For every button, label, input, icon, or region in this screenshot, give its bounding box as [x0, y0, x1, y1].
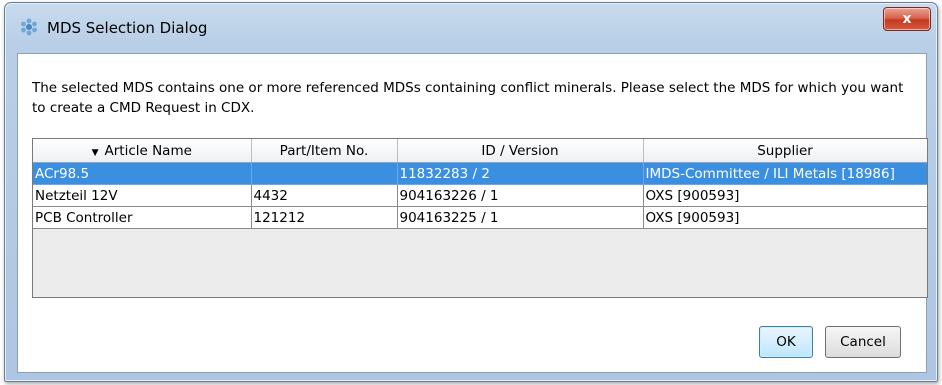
- mds-table: ▼ Article Name Part/Item No. ID / Version…: [32, 138, 928, 298]
- dialog-message: The selected MDS contains one or more re…: [32, 80, 904, 116]
- table-row[interactable]: PCB Controller 121212 904163225 / 1 OXS …: [33, 206, 927, 229]
- cell-supplier: OXS [900593]: [643, 206, 927, 229]
- close-icon: x: [902, 11, 912, 27]
- cell-part-item-no: [251, 162, 398, 185]
- cell-article-name: Netzteil 12V: [33, 184, 252, 207]
- sort-descending-icon: ▼: [91, 147, 99, 158]
- cell-part-item-no: 4432: [251, 184, 398, 207]
- cell-id-version: 904163225 / 1: [397, 206, 644, 229]
- dialog-content: The selected MDS contains one or more re…: [17, 53, 928, 373]
- cell-article-name: ACr98.5: [33, 162, 252, 185]
- column-header-supplier[interactable]: Supplier: [643, 139, 927, 163]
- cell-id-version: 11832283 / 2: [397, 162, 644, 185]
- table-row[interactable]: ACr98.5 11832283 / 2 IMDS-Committee / IL…: [33, 162, 927, 185]
- app-icon: [19, 17, 39, 37]
- column-header-id-version[interactable]: ID / Version: [397, 139, 644, 163]
- dialog-window: MDS Selection Dialog x The selected MDS …: [4, 2, 938, 382]
- column-header-part-item-no[interactable]: Part/Item No.: [251, 139, 398, 163]
- ok-button[interactable]: OK: [759, 326, 813, 358]
- table-header-row: ▼ Article Name Part/Item No. ID / Version…: [33, 139, 927, 163]
- cell-article-name: PCB Controller: [33, 206, 252, 229]
- dialog-title: MDS Selection Dialog: [47, 19, 208, 37]
- cell-part-item-no: 121212: [251, 206, 398, 229]
- cell-supplier: IMDS-Committee / ILI Metals [18986]: [643, 162, 927, 185]
- cell-supplier: OXS [900593]: [643, 184, 927, 207]
- column-header-article-name[interactable]: ▼ Article Name: [33, 139, 252, 163]
- cell-id-version: 904163226 / 1: [397, 184, 644, 207]
- table-row[interactable]: Netzteil 12V 4432 904163226 / 1 OXS [900…: [33, 184, 927, 207]
- title-bar[interactable]: MDS Selection Dialog x: [5, 3, 937, 55]
- close-button[interactable]: x: [883, 7, 931, 31]
- cancel-button[interactable]: Cancel: [825, 326, 901, 358]
